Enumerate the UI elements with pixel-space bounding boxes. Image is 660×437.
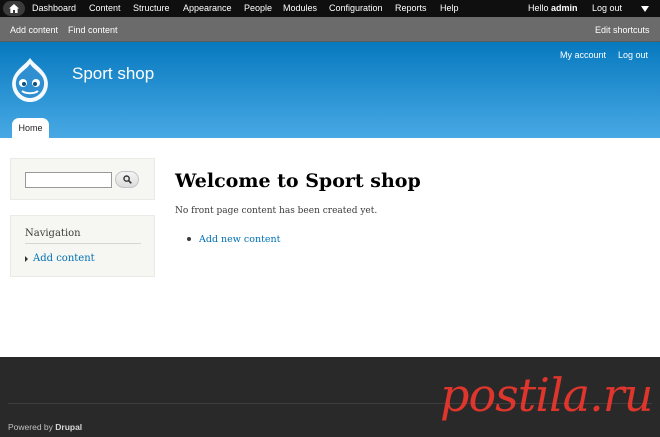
powered-by: Powered by Drupal (8, 422, 82, 432)
page-title: Welcome to Sport shop (175, 170, 421, 192)
search-input[interactable] (25, 172, 112, 188)
toggle-arrow-icon (641, 5, 649, 12)
toolbar-item-structure[interactable]: Structure (133, 3, 170, 13)
hello-user: Hello admin (528, 3, 578, 13)
nav-arrow-icon (25, 256, 28, 262)
drupal-link[interactable]: Drupal (55, 422, 82, 432)
powered-prefix: Powered by (8, 422, 56, 432)
navigation-title: Navigation (25, 228, 81, 239)
site-header: Sport shop My account Log out Home (0, 42, 660, 138)
front-page-message: No front page content has been created y… (175, 206, 378, 216)
tab-home[interactable]: Home (12, 118, 49, 138)
edit-shortcuts-link[interactable]: Edit shortcuts (595, 25, 650, 35)
watermark: postila.ru (440, 368, 653, 422)
shortcut-add-content[interactable]: Add content (10, 25, 58, 35)
toolbar-item-dashboard[interactable]: Dashboard (32, 3, 76, 13)
hello-prefix: Hello (528, 3, 552, 13)
my-account-link[interactable]: My account (560, 50, 606, 60)
shortcuts-bar: Add content Find content Edit shortcuts (0, 17, 660, 42)
toolbar-item-configuration[interactable]: Configuration (329, 3, 383, 13)
toolbar-item-reports[interactable]: Reports (395, 3, 427, 13)
search-button[interactable] (115, 171, 139, 188)
site-footer: postila.ru Powered by Drupal (0, 357, 660, 437)
list-bullet (187, 237, 191, 241)
admin-toolbar: Dashboard Content Structure Appearance P… (0, 0, 660, 17)
navigation-block: Navigation Add content (10, 215, 155, 277)
toolbar-item-content[interactable]: Content (89, 3, 121, 13)
toolbar-item-modules[interactable]: Modules (283, 3, 317, 13)
shortcuts-toggle[interactable] (630, 0, 660, 17)
nav-item-add-content[interactable]: Add content (33, 253, 95, 264)
home-button[interactable] (3, 1, 25, 16)
toolbar-logout-link[interactable]: Log out (592, 3, 622, 13)
header-logout-link[interactable]: Log out (618, 50, 648, 60)
toolbar-item-people[interactable]: People (244, 3, 272, 13)
search-block (10, 158, 155, 200)
add-new-content-link[interactable]: Add new content (199, 234, 280, 245)
navigation-divider (25, 243, 141, 244)
username-link[interactable]: admin (551, 3, 578, 13)
toolbar-item-help[interactable]: Help (440, 3, 459, 13)
site-name[interactable]: Sport shop (72, 64, 154, 84)
search-icon (122, 175, 132, 184)
shortcut-find-content[interactable]: Find content (68, 25, 118, 35)
home-icon (9, 4, 19, 13)
toolbar-item-appearance[interactable]: Appearance (183, 3, 232, 13)
drupal-logo[interactable] (9, 56, 51, 104)
